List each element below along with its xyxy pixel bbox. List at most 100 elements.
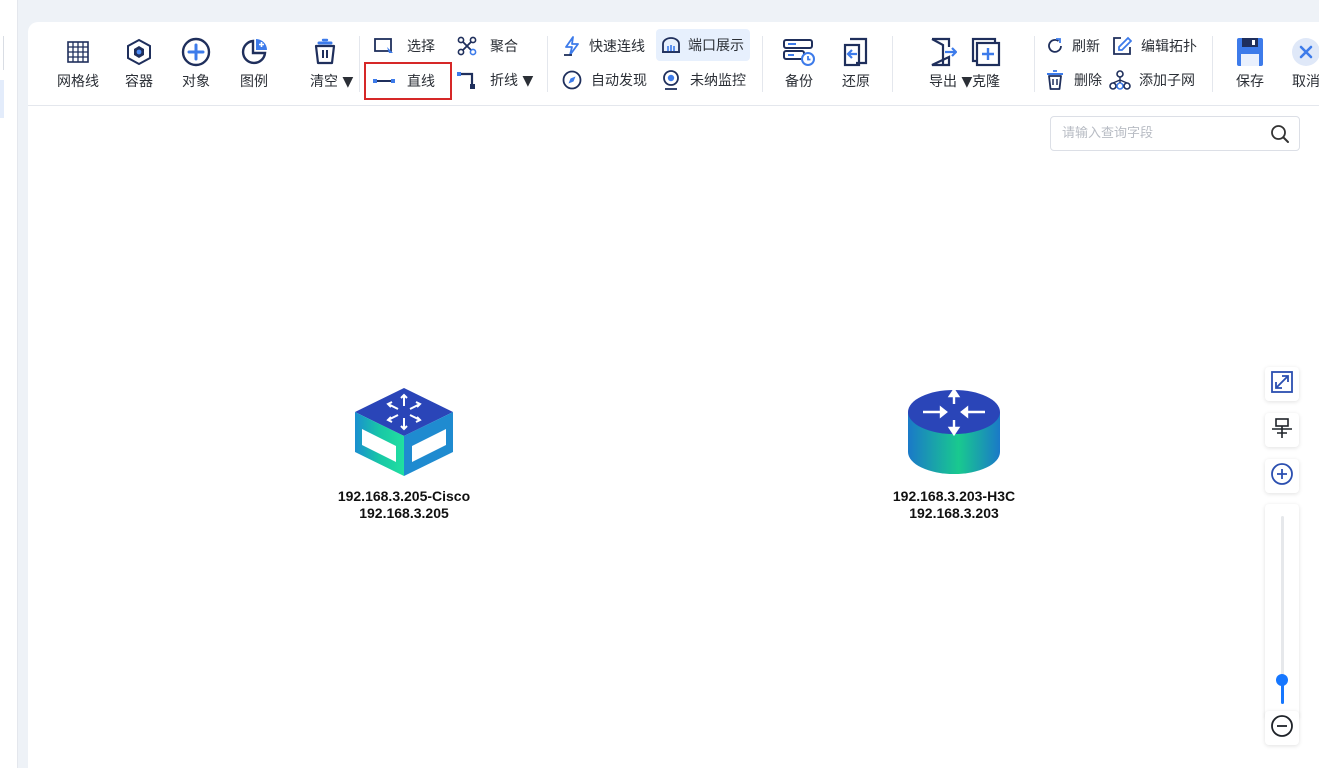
save-button[interactable]: 保存 — [1233, 36, 1267, 91]
left-sidebar-edge — [0, 0, 18, 768]
zoom-out-icon — [1270, 714, 1294, 742]
left-sidebar-tab-active[interactable] — [0, 80, 4, 118]
clone-button[interactable]: 克隆 — [969, 36, 1003, 91]
zoom-out-button[interactable] — [1265, 711, 1299, 745]
clear-dropdown-button[interactable]: 清空 ▼ — [296, 36, 353, 91]
container-label: 容器 — [125, 74, 153, 90]
clone-label: 克隆 — [972, 74, 1000, 90]
topology-editor-panel: 网格线 容器 对象 图例 清空 ▼ 选择 直线 聚合 折线 ▼ 快速连线 自动发… — [28, 22, 1319, 768]
select-box-icon — [373, 35, 395, 57]
polyline-icon — [456, 69, 478, 91]
restore-button[interactable]: 还原 — [839, 36, 873, 91]
auto-discover-label: 自动发现 — [591, 73, 647, 89]
topology-node-router[interactable]: 192.168.3.203-H3C 192.168.3.203 — [874, 384, 1034, 522]
object-button[interactable]: 对象 — [179, 36, 213, 91]
node-ip: 192.168.3.203 — [909, 505, 999, 521]
clear-label: 清空 ▼ — [310, 74, 354, 90]
export-dropdown-button[interactable]: 导出 ▼ — [913, 36, 972, 91]
hierarchy-icon — [1109, 69, 1131, 91]
toolbar-divider — [1034, 36, 1035, 92]
node-name: 192.168.3.205-Cisco — [337, 488, 471, 504]
plus-circle-icon — [179, 36, 213, 68]
save-label: 保存 — [1236, 74, 1264, 90]
webcam-icon — [660, 69, 682, 91]
zoom-slider[interactable] — [1265, 504, 1299, 718]
quick-connect-tool[interactable]: 快速连线 — [561, 32, 645, 60]
search-icon[interactable] — [1270, 124, 1290, 148]
node-name: 192.168.3.203-H3C — [892, 488, 1016, 504]
edit-topology-label: 编辑拓扑 — [1141, 39, 1197, 55]
search-input[interactable] — [1062, 126, 1257, 141]
grid-button[interactable]: 网格线 — [57, 36, 99, 91]
toolbar-divider — [359, 36, 360, 92]
port-icon — [660, 34, 682, 56]
topology-node-switch[interactable]: 192.168.3.205-Cisco 192.168.3.205 — [324, 384, 484, 522]
container-button[interactable]: 容器 — [122, 36, 156, 91]
aggregate-label: 聚合 — [490, 39, 518, 55]
left-sidebar-tab[interactable] — [0, 36, 4, 70]
trash-icon — [308, 36, 342, 68]
zoom-in-icon — [1270, 462, 1294, 490]
close-icon — [1289, 36, 1319, 68]
align-icon — [1271, 417, 1293, 443]
router-icon — [908, 387, 1000, 474]
aggregate-icon — [456, 35, 478, 57]
object-label: 对象 — [182, 74, 210, 90]
toolbar-divider — [762, 36, 763, 92]
select-tool[interactable]: 选择 — [373, 32, 435, 60]
grid-icon — [61, 36, 95, 68]
port-display-label: 端口展示 — [688, 38, 744, 54]
fit-view-button[interactable] — [1265, 367, 1299, 401]
clone-icon — [969, 36, 1003, 68]
align-button[interactable] — [1265, 413, 1299, 447]
pie-chart-icon — [237, 36, 271, 68]
cancel-button[interactable]: 取消 — [1289, 36, 1319, 91]
edit-icon — [1111, 35, 1133, 57]
cancel-label: 取消 — [1292, 74, 1319, 90]
server-backup-icon — [782, 36, 816, 68]
straight-line-icon — [373, 70, 395, 92]
grid-label: 网格线 — [57, 74, 99, 90]
toolbar-divider — [547, 36, 548, 92]
backup-label: 备份 — [785, 74, 813, 90]
restore-icon — [839, 36, 873, 68]
polyline-label: 折线 ▼ — [490, 73, 534, 89]
lightning-icon — [561, 35, 583, 57]
export-label: 导出 ▼ — [929, 74, 973, 90]
refresh-tool[interactable]: 刷新 — [1044, 32, 1100, 60]
aggregate-tool[interactable]: 聚合 — [456, 32, 518, 60]
unmanaged-monitor-tool[interactable]: 未纳监控 — [660, 66, 746, 94]
refresh-label: 刷新 — [1072, 39, 1100, 55]
add-subnet-label: 添加子网 — [1139, 73, 1195, 89]
add-subnet-tool[interactable]: 添加子网 — [1109, 66, 1195, 94]
node-ip: 192.168.3.205 — [359, 505, 449, 521]
backup-button[interactable]: 备份 — [782, 36, 816, 91]
straight-line-tool[interactable]: 直线 — [364, 62, 452, 100]
toolbar-divider — [1212, 36, 1213, 92]
floppy-disk-icon — [1233, 36, 1267, 68]
legend-button[interactable]: 图例 — [237, 36, 271, 91]
toolbar-divider — [892, 36, 893, 92]
polyline-dropdown-tool[interactable]: 折线 ▼ — [456, 66, 533, 94]
export-icon — [926, 36, 960, 68]
switch-icon — [355, 388, 453, 476]
restore-label: 还原 — [842, 74, 870, 90]
expand-icon — [1271, 371, 1293, 397]
search-box — [1050, 116, 1300, 151]
unmanaged-monitor-label: 未纳监控 — [690, 73, 746, 89]
zoom-in-button[interactable] — [1265, 459, 1299, 493]
select-label: 选择 — [407, 39, 435, 55]
trash-icon — [1044, 69, 1066, 91]
delete-tool[interactable]: 删除 — [1044, 66, 1102, 94]
straight-line-label: 直线 — [407, 74, 435, 90]
container-icon — [122, 36, 156, 68]
zoom-slider-handle[interactable] — [1276, 673, 1288, 686]
delete-label: 删除 — [1074, 73, 1102, 89]
edit-topology-tool[interactable]: 编辑拓扑 — [1111, 32, 1197, 60]
legend-label: 图例 — [240, 74, 268, 90]
auto-discover-tool[interactable]: 自动发现 — [561, 66, 647, 94]
compass-icon — [561, 69, 583, 91]
quick-connect-label: 快速连线 — [589, 39, 645, 55]
toolbar: 网格线 容器 对象 图例 清空 ▼ 选择 直线 聚合 折线 ▼ 快速连线 自动发… — [28, 22, 1319, 106]
port-display-tool[interactable]: 端口展示 — [656, 29, 750, 61]
